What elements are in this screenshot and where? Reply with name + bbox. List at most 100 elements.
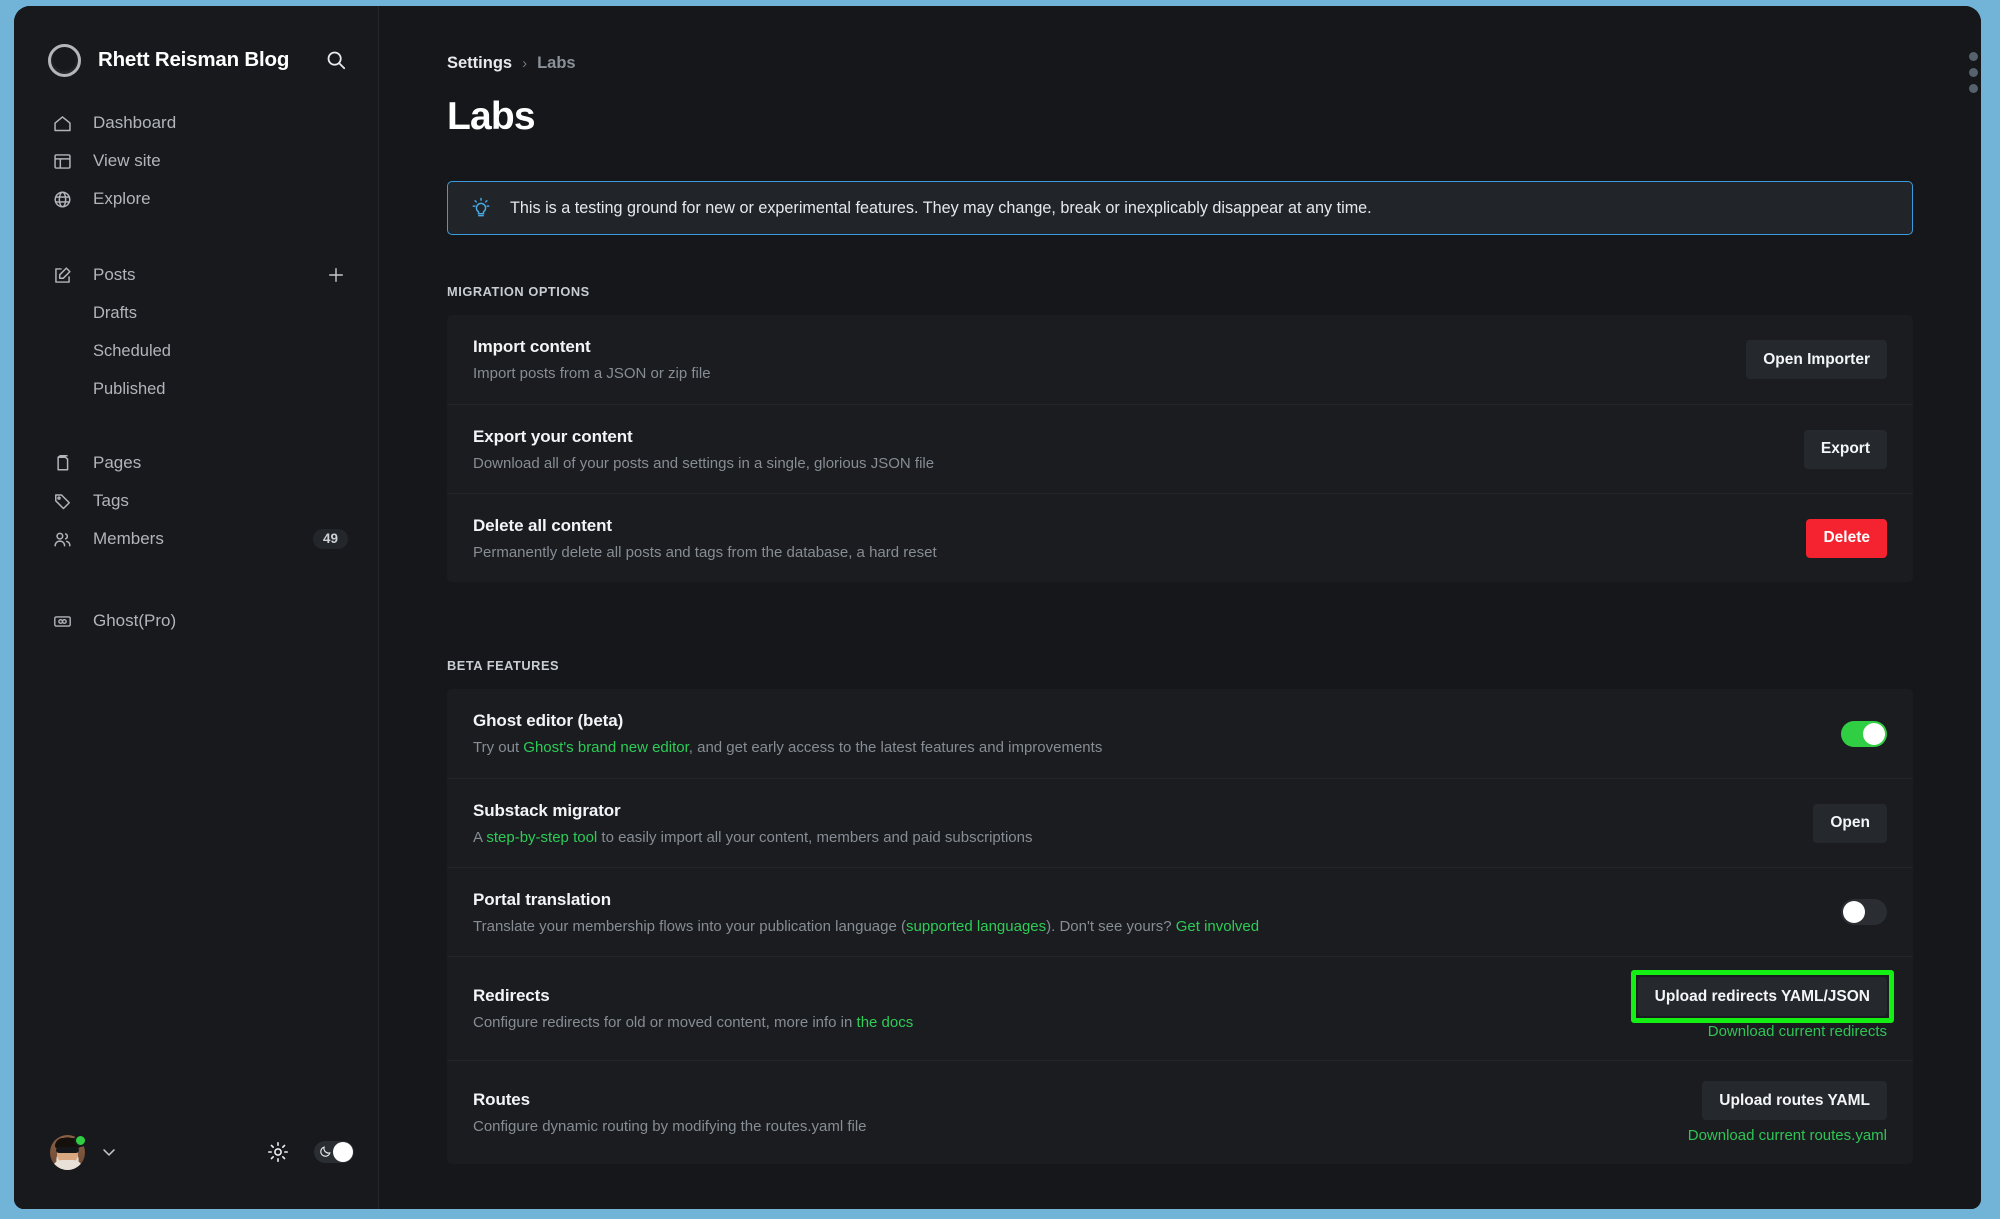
row-title: Delete all content — [473, 515, 612, 535]
toggle-knob — [1863, 722, 1885, 745]
members-count-badge: 49 — [312, 528, 348, 550]
footer-controls — [263, 1137, 354, 1167]
online-status-dot — [74, 1133, 87, 1147]
row-description: Download all of your posts and settings … — [473, 454, 935, 472]
chevron-down-icon[interactable] — [99, 1142, 119, 1162]
sidebar-item-label: View site — [93, 151, 161, 170]
breadcrumb-current: Labs — [537, 54, 576, 72]
gear-icon[interactable] — [263, 1137, 293, 1167]
scroll-dot — [1968, 68, 1978, 77]
sidebar-item-label: Ghost(Pro) — [93, 611, 177, 630]
row-substack-migrator: Substack migrator A step-by-step tool to… — [447, 778, 1913, 867]
sidebar-item-view-site[interactable]: View site — [14, 142, 378, 180]
row-title: Substack migrator — [473, 800, 621, 820]
desc-text: ). Don't see yours? — [1046, 917, 1176, 935]
scrollbar-indicator[interactable] — [1967, 52, 1979, 93]
nav-group-pro: Ghost(Pro) — [14, 602, 378, 640]
open-importer-button[interactable]: Open Importer — [1746, 340, 1887, 379]
breadcrumb-settings[interactable]: Settings — [447, 54, 512, 73]
beta-features-card: Ghost editor (beta) Try out Ghost's bran… — [447, 689, 1913, 1164]
app-window: Rhett Reisman Blog Dashboard View site E… — [14, 6, 1981, 1209]
nav-group-posts: Posts Drafts Scheduled Published — [14, 256, 378, 408]
row-description: A step-by-step tool to easily import all… — [473, 829, 1813, 846]
desc-text: Try out — [473, 739, 524, 756]
row-description: Configure dynamic routing by modifying t… — [473, 1118, 867, 1135]
desc-text: Translate your membership flows into you… — [473, 917, 907, 935]
ghost-editor-link[interactable]: Ghost's brand new editor — [523, 739, 688, 756]
get-involved-link[interactable]: Get involved — [1176, 918, 1259, 935]
desc-text: to easily import all your content, membe… — [597, 828, 1033, 846]
sidebar-item-scheduled[interactable]: Scheduled — [14, 332, 378, 370]
sidebar-item-drafts[interactable]: Drafts — [14, 294, 378, 332]
sidebar-item-posts[interactable]: Posts — [14, 256, 378, 294]
sidebar-item-label: Dashboard — [93, 113, 177, 132]
labs-notice-banner: This is a testing ground for new or expe… — [447, 181, 1913, 235]
sidebar: Rhett Reisman Blog Dashboard View site E… — [14, 6, 379, 1209]
row-title: Redirects — [473, 986, 550, 1005]
row-title: Export your content — [473, 426, 633, 446]
row-title: Routes — [473, 1090, 531, 1109]
sidebar-footer — [14, 1117, 378, 1209]
upload-redirects-button[interactable]: Upload redirects YAML/JSON — [1637, 977, 1887, 1016]
sidebar-item-label: Drafts — [93, 303, 138, 322]
search-icon[interactable] — [322, 46, 350, 74]
migration-options-card: Import content Import posts from a JSON … — [447, 315, 1913, 582]
toggle-knob — [333, 1142, 353, 1162]
sidebar-item-explore[interactable]: Explore — [14, 180, 378, 218]
the-docs-link[interactable]: the docs — [857, 1014, 914, 1031]
sidebar-brand[interactable]: Rhett Reisman Blog — [14, 6, 378, 78]
sidebar-item-label: Members — [93, 529, 164, 548]
section-label-beta: Beta features — [447, 658, 560, 673]
scroll-dot — [1968, 52, 1978, 61]
avatar[interactable] — [50, 1133, 87, 1170]
step-by-step-tool-link[interactable]: step-by-step tool — [486, 829, 597, 846]
breadcrumb-separator: › — [522, 55, 528, 72]
layout-icon — [50, 149, 74, 173]
moon-icon — [319, 1145, 332, 1163]
row-description: Import posts from a JSON or zip file — [473, 365, 711, 382]
download-current-routes-yaml-link[interactable]: Download current routes.yaml — [1688, 1127, 1887, 1144]
globe-icon — [50, 187, 74, 211]
desc-text: A — [473, 828, 487, 846]
main-content: Settings › Labs Labs This is a testing g… — [379, 6, 1981, 1209]
row-description: Translate your membership flows into you… — [473, 918, 1841, 935]
desc-text: , and get early access to the latest fea… — [688, 739, 1103, 756]
export-button[interactable]: Export — [1803, 429, 1887, 469]
sidebar-item-published[interactable]: Published — [14, 370, 378, 408]
pages-icon — [50, 451, 74, 475]
sidebar-item-label: Pages — [93, 453, 142, 472]
row-portal-translation: Portal translation Translate your member… — [447, 867, 1913, 956]
sidebar-item-members[interactable]: Members 49 — [14, 520, 378, 558]
plus-icon[interactable] — [324, 263, 348, 287]
page-title: Labs — [447, 95, 536, 138]
row-title: Import content — [473, 337, 591, 356]
sidebar-item-label: Posts — [93, 265, 136, 284]
sidebar-item-label: Published — [93, 379, 166, 398]
lightbulb-icon — [470, 197, 492, 219]
row-title: Portal translation — [473, 889, 612, 909]
home-icon — [50, 111, 74, 135]
upload-routes-yaml-button[interactable]: Upload routes YAML — [1702, 1081, 1887, 1120]
sidebar-item-pages[interactable]: Pages — [14, 444, 378, 482]
portal-translation-toggle[interactable] — [1841, 899, 1887, 925]
row-description: Configure redirects for old or moved con… — [473, 1014, 1638, 1031]
open-substack-migrator-button[interactable]: Open — [1813, 803, 1887, 843]
download-current-redirects-link[interactable]: Download current redirects — [1708, 1023, 1887, 1040]
delete-button[interactable]: Delete — [1806, 518, 1887, 558]
sidebar-item-label: Scheduled — [93, 341, 171, 360]
sidebar-item-dashboard[interactable]: Dashboard — [14, 104, 378, 142]
dark-mode-toggle[interactable] — [314, 1141, 354, 1163]
nav-group-content: Pages Tags Members 49 — [14, 444, 378, 558]
sidebar-item-ghost-pro[interactable]: Ghost(Pro) — [14, 602, 378, 640]
row-delete-all-content: Delete all content Permanently delete al… — [447, 493, 1913, 582]
sidebar-item-label: Tags — [93, 491, 129, 510]
row-export-content: Export your content Download all of your… — [447, 404, 1913, 493]
tag-icon — [50, 489, 74, 513]
supported-languages-link[interactable]: supported languages — [906, 918, 1046, 935]
sidebar-item-tags[interactable]: Tags — [14, 482, 378, 520]
edit-icon — [50, 263, 74, 287]
members-icon — [50, 527, 74, 551]
ghost-editor-toggle[interactable] — [1841, 720, 1887, 747]
breadcrumb: Settings › Labs — [447, 54, 1913, 73]
row-title: Ghost editor (beta) — [473, 711, 624, 730]
